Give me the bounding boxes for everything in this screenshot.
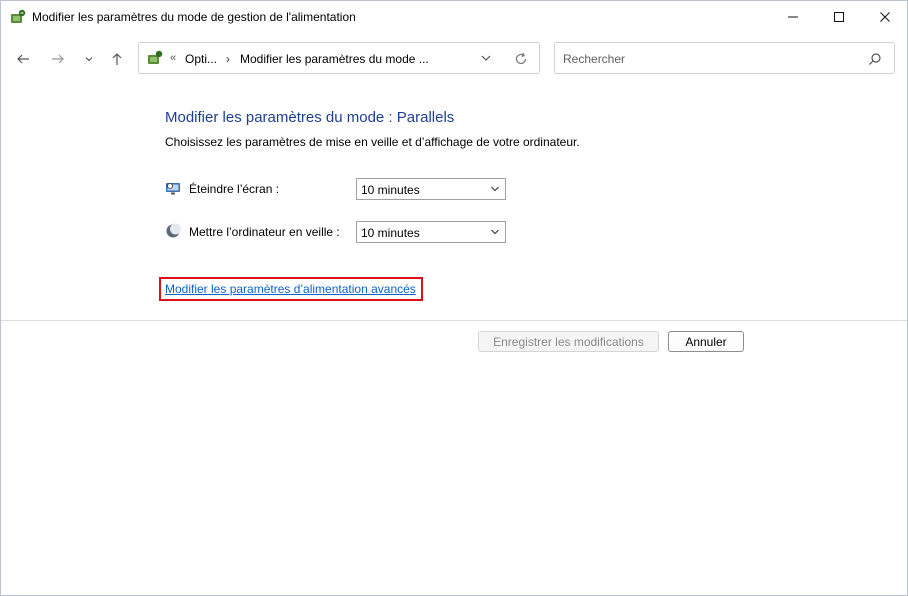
sleep-moon-icon bbox=[166, 223, 181, 238]
screen-off-label: Éteindre l’écran : bbox=[189, 182, 280, 196]
save-button[interactable]: Enregistrer les modifications bbox=[478, 331, 659, 352]
screen-off-value: 10 minutes bbox=[361, 183, 420, 197]
recent-locations-button[interactable] bbox=[77, 47, 101, 71]
close-icon bbox=[880, 12, 890, 22]
up-button[interactable] bbox=[105, 47, 129, 71]
power-options-icon bbox=[11, 9, 26, 23]
window: Modifier les paramètres du mode de gesti… bbox=[0, 0, 908, 596]
sleep-label: Mettre l’ordinateur en veille : bbox=[189, 225, 340, 239]
advanced-settings-link[interactable]: Modifier les paramètres d’alimentation a… bbox=[165, 282, 416, 296]
search-box[interactable]: Rechercher bbox=[554, 42, 895, 74]
breadcrumb-options[interactable]: Opti... bbox=[185, 52, 217, 66]
forward-arrow-icon bbox=[52, 54, 64, 64]
sleep-select[interactable]: 10 minutes bbox=[356, 221, 506, 243]
breadcrumb-current[interactable]: Modifier les paramètres du mode ... bbox=[240, 52, 429, 66]
chevron-down-icon bbox=[85, 57, 93, 62]
page-description: Choisissez les paramètres de mise en vei… bbox=[165, 135, 580, 149]
maximize-icon bbox=[834, 12, 844, 22]
chevron-down-icon bbox=[491, 229, 499, 235]
page-title: Modifier les paramètres du mode : Parall… bbox=[165, 109, 455, 126]
back-button[interactable] bbox=[11, 47, 35, 71]
chevron-down-icon[interactable] bbox=[479, 51, 493, 65]
search-placeholder: Rechercher bbox=[563, 52, 626, 66]
cancel-button[interactable]: Annuler bbox=[668, 331, 744, 352]
up-arrow-icon bbox=[112, 53, 122, 65]
chevron-down-icon bbox=[491, 186, 499, 192]
back-arrow-icon bbox=[17, 54, 29, 64]
breadcrumb-chevron[interactable]: › bbox=[226, 52, 230, 66]
minimize-button[interactable] bbox=[770, 1, 816, 33]
forward-button[interactable] bbox=[46, 47, 70, 71]
maximize-button[interactable] bbox=[816, 1, 862, 33]
breadcrumb-overflow[interactable]: « bbox=[170, 52, 176, 64]
display-icon bbox=[166, 183, 180, 195]
window-title: Modifier les paramètres du mode de gesti… bbox=[32, 10, 356, 24]
search-icon[interactable] bbox=[868, 52, 882, 66]
refresh-icon[interactable] bbox=[514, 52, 528, 66]
close-button[interactable] bbox=[862, 1, 908, 33]
sleep-value: 10 minutes bbox=[361, 226, 420, 240]
minimize-icon bbox=[788, 16, 798, 18]
screen-off-select[interactable]: 10 minutes bbox=[356, 178, 506, 200]
divider bbox=[1, 320, 907, 321]
address-bar[interactable]: « Opti... › Modifier les paramètres du m… bbox=[138, 42, 540, 74]
power-options-icon bbox=[148, 50, 163, 64]
title-bar[interactable]: Modifier les paramètres du mode de gesti… bbox=[1, 1, 907, 33]
